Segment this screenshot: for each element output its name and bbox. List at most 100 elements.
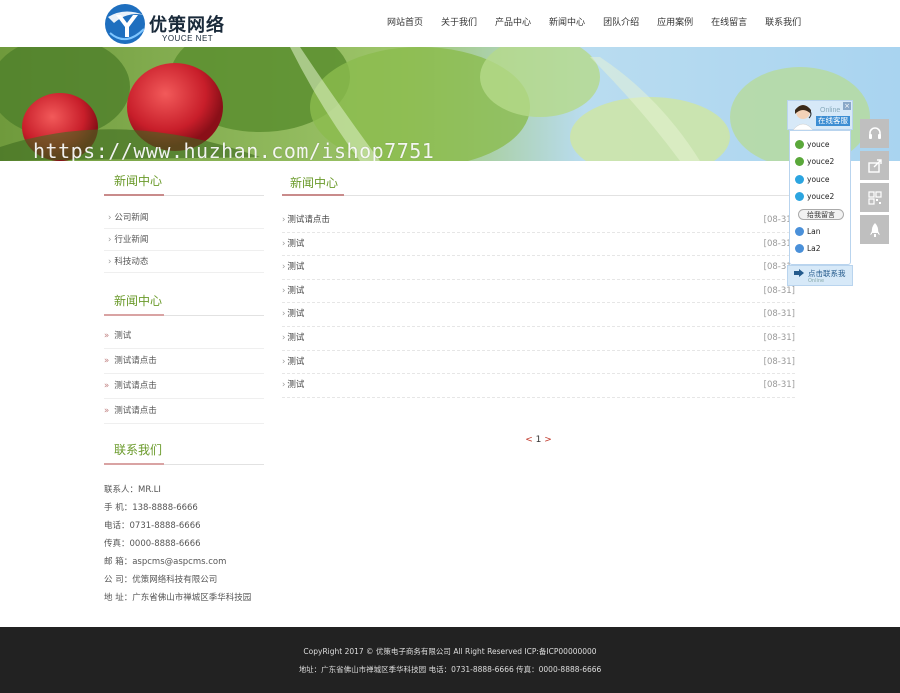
pager-next[interactable]: > bbox=[544, 435, 552, 445]
news-row[interactable]: › 测试 [08-31] bbox=[282, 303, 795, 327]
news-title: 测试 bbox=[287, 380, 305, 391]
sidebar-news-title: 新闻中心 bbox=[104, 291, 264, 316]
nav-home[interactable]: 网站首页 bbox=[378, 0, 432, 47]
sidebar-news-label: 测试请点击 bbox=[114, 381, 157, 391]
pager-current[interactable]: 1 bbox=[536, 435, 542, 445]
news-date: [08-31] bbox=[763, 332, 795, 343]
bullet-icon: › bbox=[108, 213, 112, 223]
news-row[interactable]: › 测试 [08-31] bbox=[282, 256, 795, 280]
wangwang-icon bbox=[795, 157, 804, 166]
sidebar-item-company-news[interactable]: › 公司新闻 bbox=[104, 207, 264, 229]
sidebar-news-label: 测试请点击 bbox=[114, 406, 157, 416]
page-title: 新闻中心 bbox=[282, 170, 795, 196]
logo-mark-icon bbox=[105, 4, 145, 44]
sidebar-item-tech-news[interactable]: › 科技动态 bbox=[104, 251, 264, 273]
service-title: 在线客服 bbox=[816, 116, 850, 126]
sidebar-item-label: 行业新闻 bbox=[114, 235, 149, 245]
skype-icon bbox=[795, 192, 804, 201]
news-row[interactable]: › 测试 [08-31] bbox=[282, 280, 795, 304]
contact-email: 邮 箱：aspcms@aspcms.com bbox=[104, 557, 227, 567]
footer-contact: 地址：广东省佛山市禅城区季华科技园 电话：0731-8888-6666 传真：0… bbox=[298, 665, 602, 674]
sidebar-news-item[interactable]: » 测试 bbox=[104, 324, 264, 349]
news-list: › 测试请点击 [08-31] › 测试 [08-31] › 测试 [08-31] › 测试[… bbox=[282, 209, 795, 398]
site-header: 优策网络 YOUCE NET 网站首页 关于我们 产品中心 新闻中心 团队介绍 … bbox=[0, 0, 900, 47]
pager-prev[interactable]: < bbox=[525, 435, 533, 445]
service-contact-youce[interactable]: youce bbox=[795, 140, 830, 149]
service-contact-youce2[interactable]: youce2 bbox=[795, 157, 834, 166]
service-contact-list: youce youce2 youce youce2 给我留言 Lan La2 bbox=[789, 130, 851, 265]
rocket-icon bbox=[869, 222, 880, 237]
news-row[interactable]: › 测试 [08-31] bbox=[282, 327, 795, 351]
qq-icon bbox=[795, 227, 804, 236]
service-contact-la2[interactable]: La2 bbox=[795, 244, 821, 253]
customer-service-button[interactable] bbox=[860, 119, 889, 148]
service-footer-sub: Online bbox=[808, 278, 825, 284]
sidebar-news: 新闻中心 » 测试 » 测试请点击 » 测试请点击 » 测试请点击 bbox=[104, 291, 264, 424]
side-toolbar bbox=[860, 119, 889, 247]
bullet-icon: › bbox=[282, 262, 286, 273]
contact-address: 地 址：广东省佛山市禅城区季华科技园 bbox=[104, 593, 252, 603]
news-row[interactable]: › 测试 [08-31] bbox=[282, 351, 795, 375]
service-contact-label: youce bbox=[807, 140, 830, 149]
nav-news[interactable]: 新闻中心 bbox=[540, 0, 594, 47]
bullet-icon: » bbox=[104, 356, 110, 366]
bullet-icon: › bbox=[108, 257, 112, 267]
online-service-panel: Online 在线客服 × youce youce2 youce youce2 … bbox=[787, 100, 853, 286]
sidebar-news-item[interactable]: » 测试请点击 bbox=[104, 349, 264, 374]
news-date: [08-31] bbox=[763, 380, 795, 391]
news-row[interactable]: › 测试 [08-31] bbox=[282, 233, 795, 257]
service-contact-label: youce2 bbox=[807, 157, 835, 166]
close-icon[interactable]: × bbox=[843, 102, 851, 110]
contact-mobile: 手 机：138-8888-6666 bbox=[104, 503, 198, 513]
nav-message[interactable]: 在线留言 bbox=[702, 0, 756, 47]
share-icon bbox=[867, 158, 882, 173]
news-row[interactable]: › 测试请点击 [08-31] bbox=[282, 209, 795, 233]
qrcode-button[interactable] bbox=[860, 183, 889, 212]
qrcode-icon bbox=[867, 190, 882, 205]
service-contact-youce-skype[interactable]: youce bbox=[795, 175, 830, 184]
main-content: 新闻中心 › 测试请点击 [08-31] › 测试 [08-31] › 测试 [08-31]… bbox=[282, 170, 795, 445]
sidebar-category-title: 新闻中心 bbox=[104, 171, 264, 196]
bullet-icon: › bbox=[282, 356, 286, 367]
headset-icon bbox=[868, 126, 881, 139]
sidebar-item-industry-news[interactable]: › 行业新闻 bbox=[104, 229, 264, 251]
sidebar-news-label: 测试 bbox=[114, 331, 132, 341]
pagination: < 1 > bbox=[282, 435, 795, 445]
nav-cases[interactable]: 应用案例 bbox=[648, 0, 702, 47]
service-contact-youce2-skype[interactable]: youce2 bbox=[795, 192, 834, 201]
news-title: 测试 bbox=[287, 285, 305, 296]
back-to-top-button[interactable] bbox=[860, 215, 889, 244]
sidebar-item-label: 科技动态 bbox=[114, 257, 149, 267]
news-row[interactable]: › 测试 [08-31] bbox=[282, 374, 795, 398]
service-agent-avatar bbox=[792, 105, 814, 130]
sidebar-contact: 联系我们 联系人：MR.LI 手 机：138-8888-6666 电话：0731… bbox=[104, 440, 264, 607]
contact-company: 公 司：优策网络科技有限公司 bbox=[104, 575, 218, 585]
bullet-icon: › bbox=[108, 235, 112, 245]
service-contact-label: La2 bbox=[807, 244, 821, 253]
sidebar-categories: 新闻中心 › 公司新闻 › 行业新闻 › 科技动态 bbox=[104, 171, 264, 273]
leave-message-button[interactable]: 给我留言 bbox=[798, 209, 844, 220]
nav-products[interactable]: 产品中心 bbox=[486, 0, 540, 47]
site-logo[interactable]: 优策网络 YOUCE NET bbox=[104, 3, 234, 45]
news-date: [08-31] bbox=[763, 309, 795, 320]
sidebar-contact-title: 联系我们 bbox=[104, 440, 264, 465]
contact-phone: 电话：0731-8888-6666 bbox=[104, 521, 201, 531]
contact-person: 联系人：MR.LI bbox=[104, 485, 161, 495]
sidebar-news-item[interactable]: » 测试请点击 bbox=[104, 399, 264, 424]
bullet-icon: › bbox=[282, 380, 286, 391]
share-button[interactable] bbox=[860, 151, 889, 180]
service-contact-lan[interactable]: Lan bbox=[795, 227, 821, 236]
nav-about[interactable]: 关于我们 bbox=[432, 0, 486, 47]
sidebar-news-item[interactable]: » 测试请点击 bbox=[104, 374, 264, 399]
bullet-icon: » bbox=[104, 406, 110, 416]
bullet-icon: › bbox=[282, 285, 286, 296]
bullet-icon: » bbox=[104, 381, 110, 391]
banner-watermark: https://www.huzhan.com/ishop7751 bbox=[33, 139, 435, 161]
service-contact-me-button[interactable]: 点击联系我 Online bbox=[787, 265, 853, 286]
nav-contact[interactable]: 联系我们 bbox=[756, 0, 810, 47]
logo-text-en: YOUCE NET bbox=[162, 34, 214, 43]
bullet-icon: » bbox=[104, 331, 110, 341]
site-footer: CopyRight 2017 © 优策电子商务有限公司 All Right Re… bbox=[0, 627, 900, 693]
hero-banner: https://www.huzhan.com/ishop7751 bbox=[0, 47, 900, 161]
nav-team[interactable]: 团队介绍 bbox=[594, 0, 648, 47]
